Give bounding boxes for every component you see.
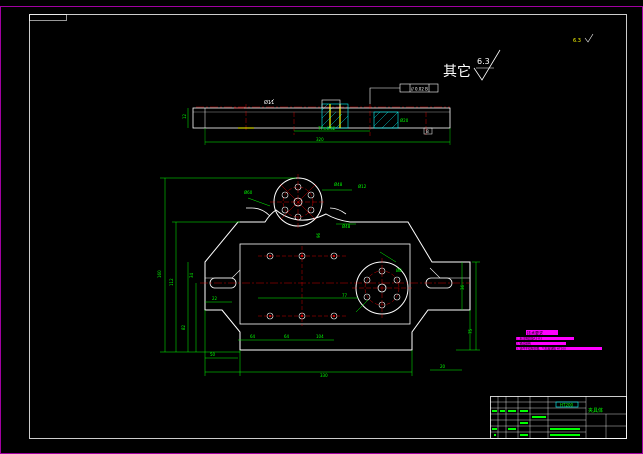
dim-bore-spacing-3: 104: [316, 334, 324, 339]
dim-bore-spacing-2: 64: [284, 334, 290, 339]
dim-75: 75: [468, 328, 473, 334]
inner-frame: [29, 14, 627, 439]
dim-20: 20: [440, 364, 446, 369]
dim-bolt-circle-top: Ø48: [334, 182, 343, 187]
dim-height-body: 112: [169, 278, 174, 286]
dim-width-total: 330: [320, 373, 328, 378]
tolerance-frame-text: // 0.02 B: [411, 87, 428, 92]
dim-height-lower: 34: [189, 272, 194, 278]
dim-77: 77: [342, 293, 348, 298]
plan-view: 160 112 82 34 330 50 64 64 104 22 Ø60 Ø4…: [157, 174, 480, 378]
top-right-roughness-mark: 6.3: [573, 33, 594, 44]
notes-line-1: 1. 未注明圆角R2-R3: [516, 337, 542, 341]
corner-box: [29, 14, 67, 21]
plan-body-outline: [204, 209, 471, 351]
side-view-outline: [192, 107, 451, 129]
side-boss-left: [321, 103, 349, 129]
dim-hole-right: Ø8: [396, 268, 402, 273]
dim-offset-left: 50: [210, 352, 216, 357]
dim-bore-spacing-1: 64: [250, 334, 256, 339]
technical-notes: 技术要求 1. 未注明圆角R2-R3 2. 锐边倒钝 3. 铸件不得有砂眼、气孔…: [516, 330, 602, 351]
side-boss-dim: Ø20: [400, 118, 409, 123]
side-length-dim: 320: [316, 137, 324, 142]
top-right-roughness-value: 6.3: [573, 38, 581, 44]
dim-36: 36: [460, 284, 465, 290]
dim-slot-width: 22: [212, 296, 218, 301]
notes-line-3: 3. 铸件不得有砂眼、气孔等缺陷 HT200: [516, 347, 566, 351]
title-material: HT200: [560, 403, 574, 408]
dim-hole-top: Ø12: [358, 184, 367, 189]
surface-note-roughness: 6.3: [477, 57, 490, 66]
title-block: HT200 夹具体: [490, 396, 627, 439]
datum-label: B: [426, 129, 429, 134]
notes-title: 技术要求: [527, 330, 543, 336]
notes-line-2: 2. 锐边倒钝: [516, 342, 531, 346]
side-center-dim: 77±0.02: [318, 126, 336, 131]
dim-96: 96: [316, 232, 321, 238]
side-thickness-dim: 12: [182, 113, 187, 119]
side-view: Ø11 // 0.02 B B 77±0.02 320 12 Ø20: [182, 83, 451, 145]
dim-bore-dia-right: Ø48: [342, 224, 351, 229]
cad-drawing: 6.3 其它 6.3 Ø11 // 0.02 B B 77±0.02 320 1…: [0, 6, 643, 454]
dim-height-total: 160: [157, 270, 162, 278]
dim-height-slot: 82: [181, 324, 186, 330]
surface-roughness-note: 其它 6.3: [443, 49, 501, 81]
sheet-border: [0, 6, 643, 454]
title-name: 夹具体: [588, 407, 603, 414]
dim-bore-dia-top: Ø60: [244, 190, 253, 195]
surface-note-chinese: 其它: [443, 63, 471, 80]
